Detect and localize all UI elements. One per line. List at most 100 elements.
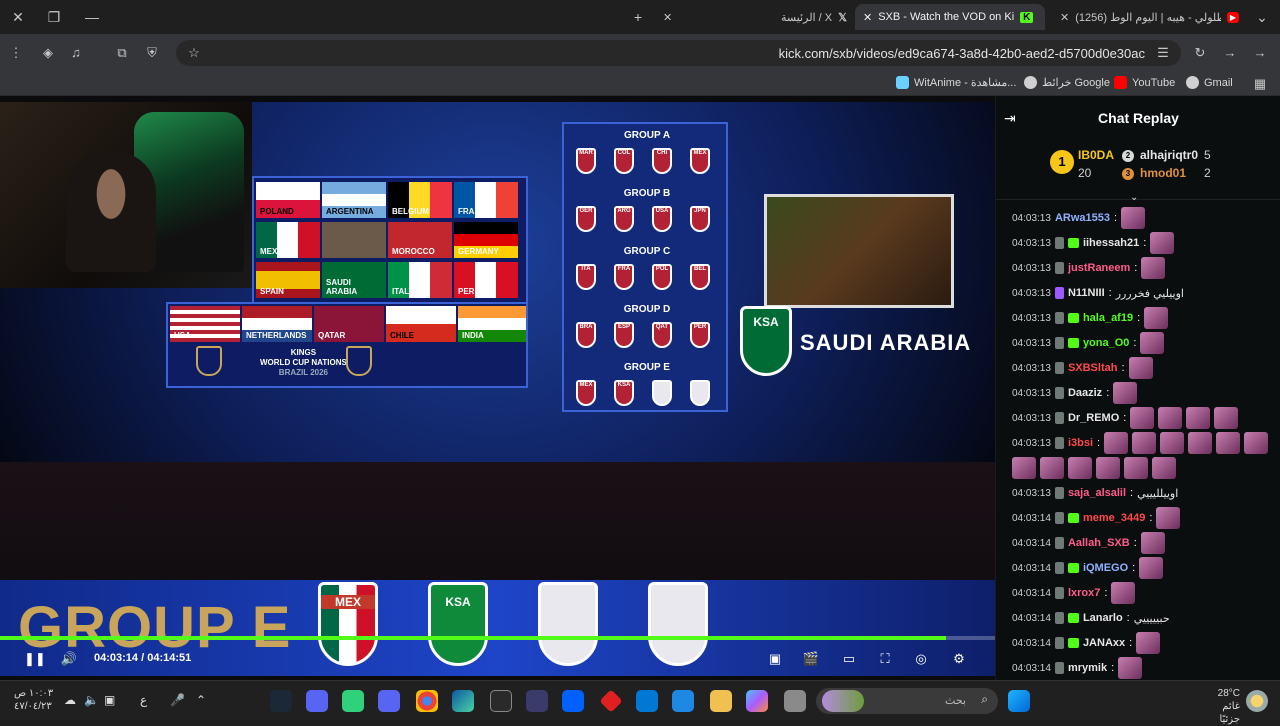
emote-icon[interactable] xyxy=(1214,407,1239,429)
store-icon[interactable] xyxy=(672,690,694,712)
tab-kick[interactable]: ✕ SXB - Watch the VOD on Ki K xyxy=(855,4,1045,30)
emote-icon[interactable] xyxy=(1130,407,1155,429)
settings-gear-icon[interactable]: ⚙ xyxy=(950,650,968,668)
site-settings-icon[interactable]: ☰ xyxy=(1153,43,1173,63)
emote-icon[interactable] xyxy=(1144,307,1169,329)
media-icon[interactable]: ♫ xyxy=(66,43,86,63)
discord-icon[interactable] xyxy=(378,690,400,712)
app-icon[interactable] xyxy=(599,689,623,713)
emote-icon[interactable] xyxy=(1158,407,1183,429)
message-username[interactable]: Lanarlo xyxy=(1083,612,1123,624)
tab-youtube[interactable]: ✕ (1256) طلولي - هيبه | اليوم الوط ▶ xyxy=(1052,4,1247,30)
miniplayer-icon[interactable]: ▣ xyxy=(766,650,784,668)
emote-icon[interactable] xyxy=(1068,457,1092,479)
close-icon[interactable]: ✕ xyxy=(863,11,872,24)
message-username[interactable]: Aallah_SXB xyxy=(1068,537,1130,549)
extensions-icon[interactable]: ⧉ xyxy=(112,43,132,63)
message-username[interactable]: N11NIII xyxy=(1068,287,1105,299)
message-username[interactable]: JANAxx xyxy=(1083,637,1125,649)
app-icon[interactable] xyxy=(342,690,364,712)
emote-icon[interactable] xyxy=(1216,432,1241,454)
emote-icon[interactable] xyxy=(1096,457,1120,479)
epic-games-icon[interactable] xyxy=(490,690,512,712)
clip-icon[interactable]: 🎬 xyxy=(802,650,820,668)
windows-start-icon[interactable] xyxy=(1008,690,1030,712)
emote-icon[interactable] xyxy=(1118,657,1143,679)
message-username[interactable]: meme_3449 xyxy=(1083,512,1145,524)
shield-icon[interactable]: ⛨ xyxy=(142,43,162,63)
bookmark-star-icon[interactable]: ☆ xyxy=(184,43,204,63)
emote-icon[interactable] xyxy=(1104,432,1129,454)
emote-icon[interactable] xyxy=(1040,457,1064,479)
weather-widget[interactable]: 28°C غائم جزئيًا xyxy=(1200,687,1240,726)
cloud-icon[interactable]: ☁ xyxy=(64,693,76,707)
app-icon[interactable] xyxy=(526,690,548,712)
video-player[interactable]: POLAND ARGENTINA BELGIUM FRANCE MEXICO M… xyxy=(0,102,995,676)
emote-icon[interactable] xyxy=(1121,207,1146,229)
seek-bar[interactable] xyxy=(0,636,995,640)
clock[interactable]: ١٠:٠٣ ص ٤٧/٠٤/٢٣ xyxy=(14,687,53,713)
message-username[interactable]: iihessah21 xyxy=(1083,237,1139,249)
message-username[interactable]: yona_O0 xyxy=(1083,337,1129,349)
leaderboard-name[interactable]: hmod01 xyxy=(1140,166,1186,180)
taskbar-search[interactable]: بحث ⌕ xyxy=(816,688,998,714)
url-text[interactable]: kick.com/sxb/videos/ed9ca674-3a8d-42b0-a… xyxy=(779,46,1145,61)
emote-icon[interactable] xyxy=(1150,232,1175,254)
reload-icon[interactable]: ↻ xyxy=(1190,43,1210,63)
message-username[interactable]: iQMEGO xyxy=(1083,562,1128,574)
bookmark-youtube[interactable]: YouTube xyxy=(1114,76,1175,89)
message-username[interactable]: SXBSltah xyxy=(1068,362,1118,374)
emote-icon[interactable] xyxy=(1124,457,1148,479)
bookmark-witanime[interactable]: WitAnime - مشاهدة... xyxy=(896,76,1016,89)
tab-x[interactable]: ✕ الرئيسة / X 𝕏 xyxy=(655,4,855,30)
volume-icon[interactable]: 🔊 xyxy=(60,650,78,668)
emote-icon[interactable] xyxy=(1186,407,1211,429)
emote-icon[interactable] xyxy=(1128,357,1153,379)
outlook-icon[interactable] xyxy=(636,690,658,712)
edge-icon[interactable] xyxy=(452,690,474,712)
copilot-icon[interactable] xyxy=(746,690,768,712)
close-window-icon[interactable]: ✕ xyxy=(8,7,28,27)
chrome-icon[interactable] xyxy=(416,690,438,712)
emote-icon[interactable] xyxy=(1111,582,1136,604)
emote-icon[interactable] xyxy=(1152,457,1176,479)
discord-icon[interactable] xyxy=(306,690,328,712)
dropbox-icon[interactable] xyxy=(562,690,584,712)
weather-icon[interactable] xyxy=(1246,690,1268,712)
emote-icon[interactable] xyxy=(1244,432,1269,454)
forward-icon[interactable]: → xyxy=(1250,43,1270,63)
message-username[interactable]: Daaziz xyxy=(1068,387,1102,399)
message-username[interactable]: mrymik xyxy=(1068,662,1107,674)
close-icon[interactable]: ✕ xyxy=(1060,11,1069,24)
leaderboard-name[interactable]: IB0DA xyxy=(1078,148,1114,162)
theater-mode-icon[interactable]: ▭ xyxy=(840,650,858,668)
chevron-up-icon[interactable]: ⌃ xyxy=(196,693,206,707)
pause-icon[interactable]: ❚❚ xyxy=(24,650,46,668)
message-username[interactable]: Dr_REMO xyxy=(1068,412,1119,424)
message-username[interactable]: i3bsi xyxy=(1068,437,1093,449)
emote-icon[interactable] xyxy=(1188,432,1213,454)
bookmark-maps[interactable]: خرائط Google xyxy=(1024,76,1110,89)
extension-icon[interactable]: ◈ xyxy=(38,43,58,63)
emote-icon[interactable] xyxy=(1012,457,1036,479)
steam-icon[interactable] xyxy=(270,690,292,712)
app-icon[interactable] xyxy=(784,690,806,712)
restore-window-icon[interactable]: ❐ xyxy=(44,7,64,27)
close-icon[interactable]: ✕ xyxy=(663,11,672,24)
emote-icon[interactable] xyxy=(1140,332,1165,354)
emote-icon[interactable] xyxy=(1160,432,1185,454)
emote-icon[interactable] xyxy=(1139,557,1164,579)
fullscreen-icon[interactable]: ⛶ xyxy=(876,650,894,668)
emote-icon[interactable] xyxy=(1132,432,1157,454)
network-icon[interactable]: ▣ xyxy=(104,693,115,707)
emote-icon[interactable] xyxy=(1156,507,1181,529)
emote-icon[interactable] xyxy=(1140,532,1165,554)
menu-icon[interactable]: ⋮ xyxy=(6,43,26,63)
message-username[interactable]: ARwa1553 xyxy=(1055,212,1110,224)
new-tab-button[interactable]: + xyxy=(628,7,648,27)
emote-icon[interactable] xyxy=(1136,632,1161,654)
bookmark-gmail[interactable]: Gmail xyxy=(1186,76,1233,89)
playback-speed-icon[interactable]: ◎ xyxy=(912,650,930,668)
minimize-window-icon[interactable]: — xyxy=(82,7,102,27)
back-icon[interactable]: → xyxy=(1220,43,1240,63)
